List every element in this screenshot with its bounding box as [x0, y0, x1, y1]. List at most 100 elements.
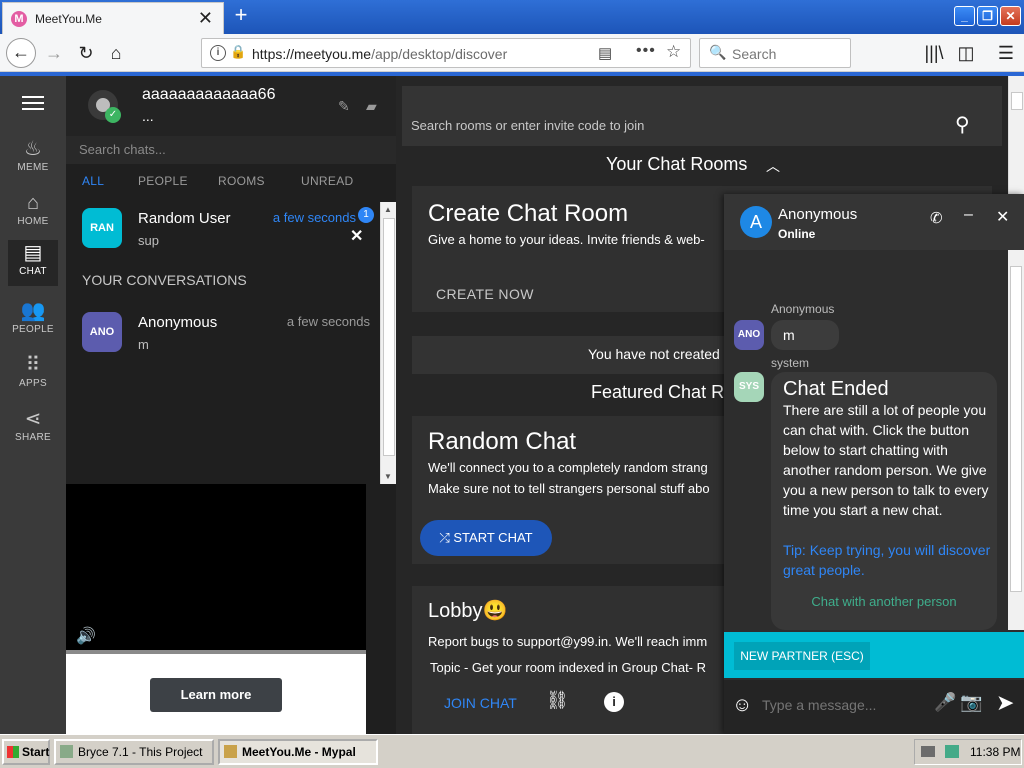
ad-video[interactable]: 🔊: [66, 484, 366, 650]
sidebar-toggle-icon[interactable]: ◫: [952, 40, 980, 66]
chat-search-input[interactable]: Search chats...: [66, 136, 396, 164]
camera-icon[interactable]: 📷: [960, 692, 982, 713]
back-button[interactable]: ←: [6, 38, 36, 68]
chat-window: A Anonymous Online ✆ – ✕ Anonymous ANO m…: [724, 194, 1024, 734]
keyboard-icon[interactable]: [921, 746, 935, 757]
partner-bar: NEW PARTNER (ESC): [724, 632, 1024, 678]
message-composer: ☺ 🎤 📷 ➤: [724, 680, 1024, 734]
rail-item-meme[interactable]: ♨ MEME: [8, 136, 58, 182]
filter-tab-all[interactable]: ALL: [82, 174, 104, 188]
filter-tab-rooms[interactable]: ROOMS: [218, 174, 265, 188]
no-rooms-text: You have not created: [588, 346, 720, 362]
dismiss-close-icon[interactable]: ✕: [350, 226, 363, 246]
edit-pencil-icon[interactable]: ✎: [338, 98, 350, 115]
insecure-lock-icon[interactable]: 🔒: [230, 44, 246, 60]
user-status[interactable]: ...: [142, 108, 154, 124]
close-icon[interactable]: ✕: [996, 207, 1009, 227]
window-close-button[interactable]: ✕: [1000, 6, 1021, 26]
library-icon[interactable]: |||\: [920, 40, 948, 66]
chevron-up-icon[interactable]: ︿: [766, 156, 780, 176]
emoji-icon[interactable]: ☺: [732, 694, 752, 717]
reload-button[interactable]: ↻: [72, 40, 100, 66]
room-search-input[interactable]: Search rooms or enter invite code to joi…: [402, 86, 1002, 146]
feedback-icon[interactable]: ▰: [366, 98, 377, 115]
url-path: /app/desktop/discover: [371, 46, 508, 62]
start-button[interactable]: Start: [2, 739, 50, 765]
filter-tab-unread[interactable]: UNREAD: [301, 174, 353, 188]
scroll-down-icon[interactable]: ▼: [384, 472, 392, 481]
tab-close-icon[interactable]: ✕: [198, 9, 213, 27]
site-info-icon[interactable]: i: [210, 45, 226, 61]
browser-tabbar: M MeetYou.Me ✕ + _ ❐ ✕: [0, 0, 1024, 34]
bryce-app-icon: [60, 745, 73, 758]
window-minimize-button[interactable]: _: [954, 6, 975, 26]
share-icon: ⋖: [24, 408, 42, 430]
message-sender: system: [771, 356, 810, 370]
scroll-thumb[interactable]: [383, 218, 395, 456]
featured-heading: Featured Chat Ro: [591, 382, 735, 402]
conversation-name: Random User: [138, 210, 231, 227]
hamburger-menu-icon[interactable]: [22, 96, 44, 112]
taskbar-item-label: MeetYou.Me - Mypal: [242, 745, 356, 759]
clock[interactable]: 11:38 PM: [970, 740, 1020, 764]
join-chat-button[interactable]: JOIN CHAT: [444, 695, 517, 711]
bookmark-star-icon[interactable]: ☆: [666, 42, 681, 62]
send-icon[interactable]: ➤: [996, 690, 1014, 716]
create-now-button[interactable]: CREATE NOW: [436, 286, 534, 302]
chat-window-scrollbar[interactable]: [1008, 250, 1024, 630]
microphone-icon[interactable]: 🎤: [934, 692, 956, 713]
speaker-icon[interactable]: 🔊: [76, 626, 96, 646]
forward-button[interactable]: →: [40, 40, 68, 66]
rail-item-chat[interactable]: ▤ CHAT: [8, 240, 58, 286]
home-button[interactable]: ⌂: [102, 40, 130, 66]
rail-item-home[interactable]: ⌂ HOME: [8, 190, 58, 236]
rail-label: PEOPLE: [12, 324, 54, 335]
search-icon: 🔍: [709, 44, 727, 60]
conversation-name: Anonymous: [138, 314, 218, 331]
start-label: Start: [22, 745, 50, 759]
your-chat-rooms-heading[interactable]: Your Chat Rooms: [606, 154, 747, 175]
message-avatar: SYS: [734, 372, 764, 402]
card-title: Create Chat Room: [428, 200, 629, 227]
taskbar-item[interactable]: Bryce 7.1 - This Project: [54, 739, 214, 765]
browser-tab[interactable]: M MeetYou.Me ✕: [2, 2, 224, 34]
partner-name: Anonymous: [778, 206, 858, 223]
scroll-up-icon[interactable]: ▲: [384, 205, 392, 214]
phone-call-icon[interactable]: ✆: [930, 209, 943, 227]
window-restore-button[interactable]: ❐: [977, 6, 998, 26]
start-chat-button[interactable]: ⤮ START CHAT: [420, 520, 552, 556]
address-bar[interactable]: i 🔒 https://meetyou.me/app/desktop/disco…: [201, 38, 691, 68]
menu-icon[interactable]: ☰: [992, 40, 1020, 66]
rail-label: APPS: [19, 378, 47, 389]
scroll-thumb[interactable]: [1010, 266, 1022, 592]
link-icon[interactable]: ⛓: [546, 690, 569, 711]
browser-search-box[interactable]: 🔍 Search: [699, 38, 851, 68]
user-avatar[interactable]: ✓: [88, 90, 121, 123]
chat-list-scrollbar[interactable]: ▲ ▼: [380, 202, 396, 484]
tab-title: MeetYou.Me: [35, 12, 102, 26]
message-input[interactable]: [760, 690, 918, 720]
conversation-item[interactable]: ANO Anonymous m a few seconds: [66, 306, 380, 356]
taskbar-item[interactable]: MeetYou.Me - Mypal: [218, 739, 378, 765]
rail-item-share[interactable]: ⋖ SHARE: [8, 406, 58, 452]
rail-item-people[interactable]: 👥 PEOPLE: [8, 298, 58, 344]
pinned-conversation[interactable]: RAN Random User sup a few seconds: [66, 202, 380, 252]
new-tab-button[interactable]: +: [230, 4, 252, 28]
windows-logo-icon: [7, 746, 19, 758]
card-title: Random Chat: [428, 428, 577, 455]
minimize-icon[interactable]: –: [964, 206, 973, 224]
rail-item-apps[interactable]: ⠿ APPS: [8, 352, 58, 398]
new-partner-button[interactable]: NEW PARTNER (ESC): [734, 642, 870, 670]
windows-taskbar: Start Bryce 7.1 - This Project MeetYou.M…: [0, 734, 1024, 768]
page-actions-icon[interactable]: •••: [636, 42, 656, 60]
scroll-thumb[interactable]: [1011, 92, 1023, 110]
filter-tab-people[interactable]: PEOPLE: [138, 174, 188, 188]
apps-grid-icon: ⠿: [25, 354, 41, 376]
info-icon[interactable]: i: [604, 692, 624, 712]
search-icon[interactable]: ⚲: [955, 112, 970, 137]
network-icon[interactable]: [945, 745, 959, 758]
conversation-preview: m: [138, 337, 149, 352]
learn-more-button[interactable]: Learn more: [150, 678, 282, 712]
chat-another-person-button[interactable]: Chat with another person: [771, 594, 997, 609]
reader-view-icon[interactable]: ▤: [598, 44, 612, 62]
